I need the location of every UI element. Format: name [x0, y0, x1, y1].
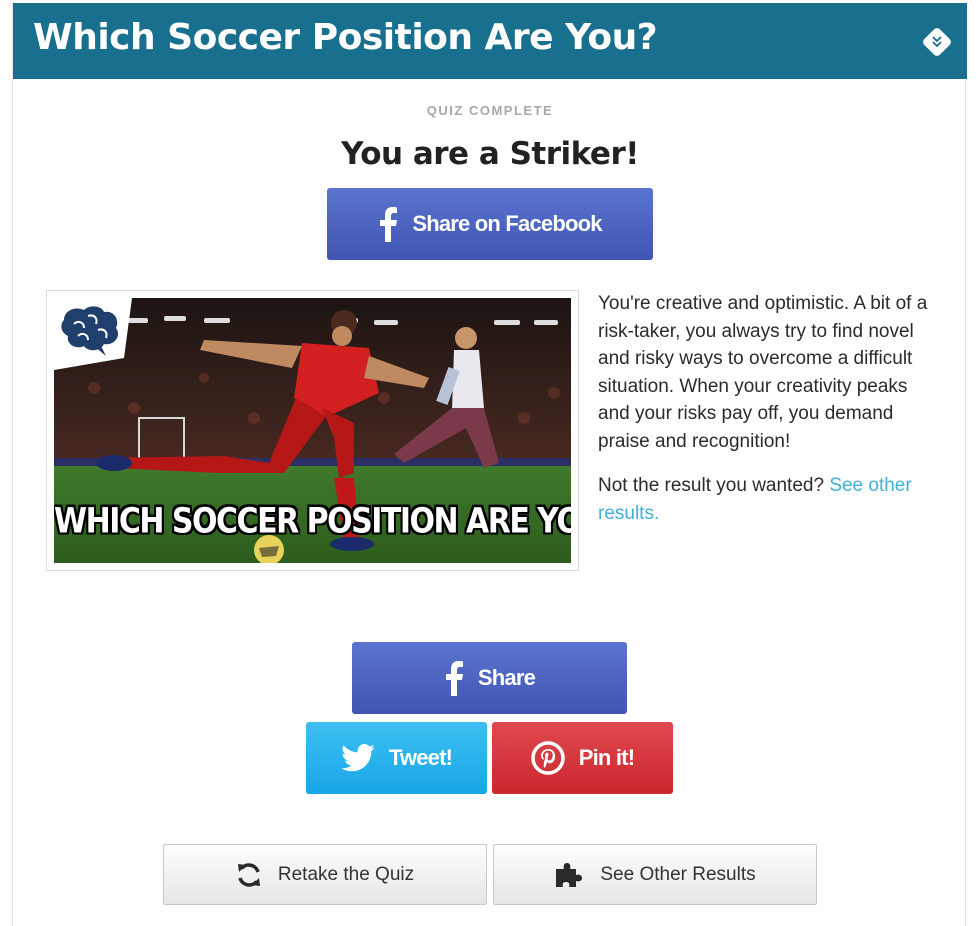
- pin-it-button[interactable]: Pin it!: [492, 722, 673, 794]
- quiz-title: Which Soccer Position Are You?: [33, 17, 658, 58]
- not-wanted-text: Not the result you wanted?: [598, 475, 825, 496]
- facebook-icon: [444, 660, 464, 696]
- result-image-frame: WHICH SOCCER POSITION ARE YOU?: [46, 290, 579, 571]
- refresh-icon: [236, 862, 262, 888]
- result-description: You're creative and optimistic. A bit of…: [598, 290, 943, 544]
- result-image: WHICH SOCCER POSITION ARE YOU?: [54, 298, 571, 563]
- facebook-share-label: Share: [477, 665, 536, 690]
- share-on-facebook-label: Share on Facebook: [412, 211, 602, 236]
- result-title: You are a Striker!: [341, 136, 639, 172]
- see-other-results-button[interactable]: See Other Results: [493, 844, 817, 905]
- retake-quiz-label: Retake the Quiz: [277, 863, 415, 885]
- quiz-header: Which Soccer Position Are You?: [13, 3, 967, 79]
- quiz-result-panel: Which Soccer Position Are You? QUIZ COMP…: [12, 3, 967, 926]
- see-other-results-label: See Other Results: [600, 863, 756, 885]
- facebook-share-button[interactable]: Share: [352, 642, 627, 714]
- quiz-complete-label: QUIZ COMPLETE: [426, 103, 554, 118]
- brain-icon: [54, 298, 132, 370]
- image-caption: WHICH SOCCER POSITION ARE YOU?: [54, 501, 571, 542]
- chevron-double-down-icon: [932, 36, 942, 48]
- share-on-facebook-button[interactable]: Share on Facebook: [327, 188, 653, 260]
- puzzle-icon: [554, 861, 584, 889]
- facebook-icon: [378, 206, 398, 242]
- description-text: You're creative and optimistic. A bit of…: [598, 293, 928, 452]
- not-wanted-line: Not the result you wanted? See other res…: [598, 472, 943, 527]
- twitter-icon: [341, 744, 375, 772]
- retake-quiz-button[interactable]: Retake the Quiz: [163, 844, 487, 905]
- tweet-button[interactable]: Tweet!: [306, 722, 487, 794]
- tweet-label: Tweet!: [388, 745, 453, 770]
- pin-it-label: Pin it!: [578, 745, 635, 770]
- collapse-button[interactable]: [921, 26, 953, 58]
- pinterest-icon: [530, 741, 565, 775]
